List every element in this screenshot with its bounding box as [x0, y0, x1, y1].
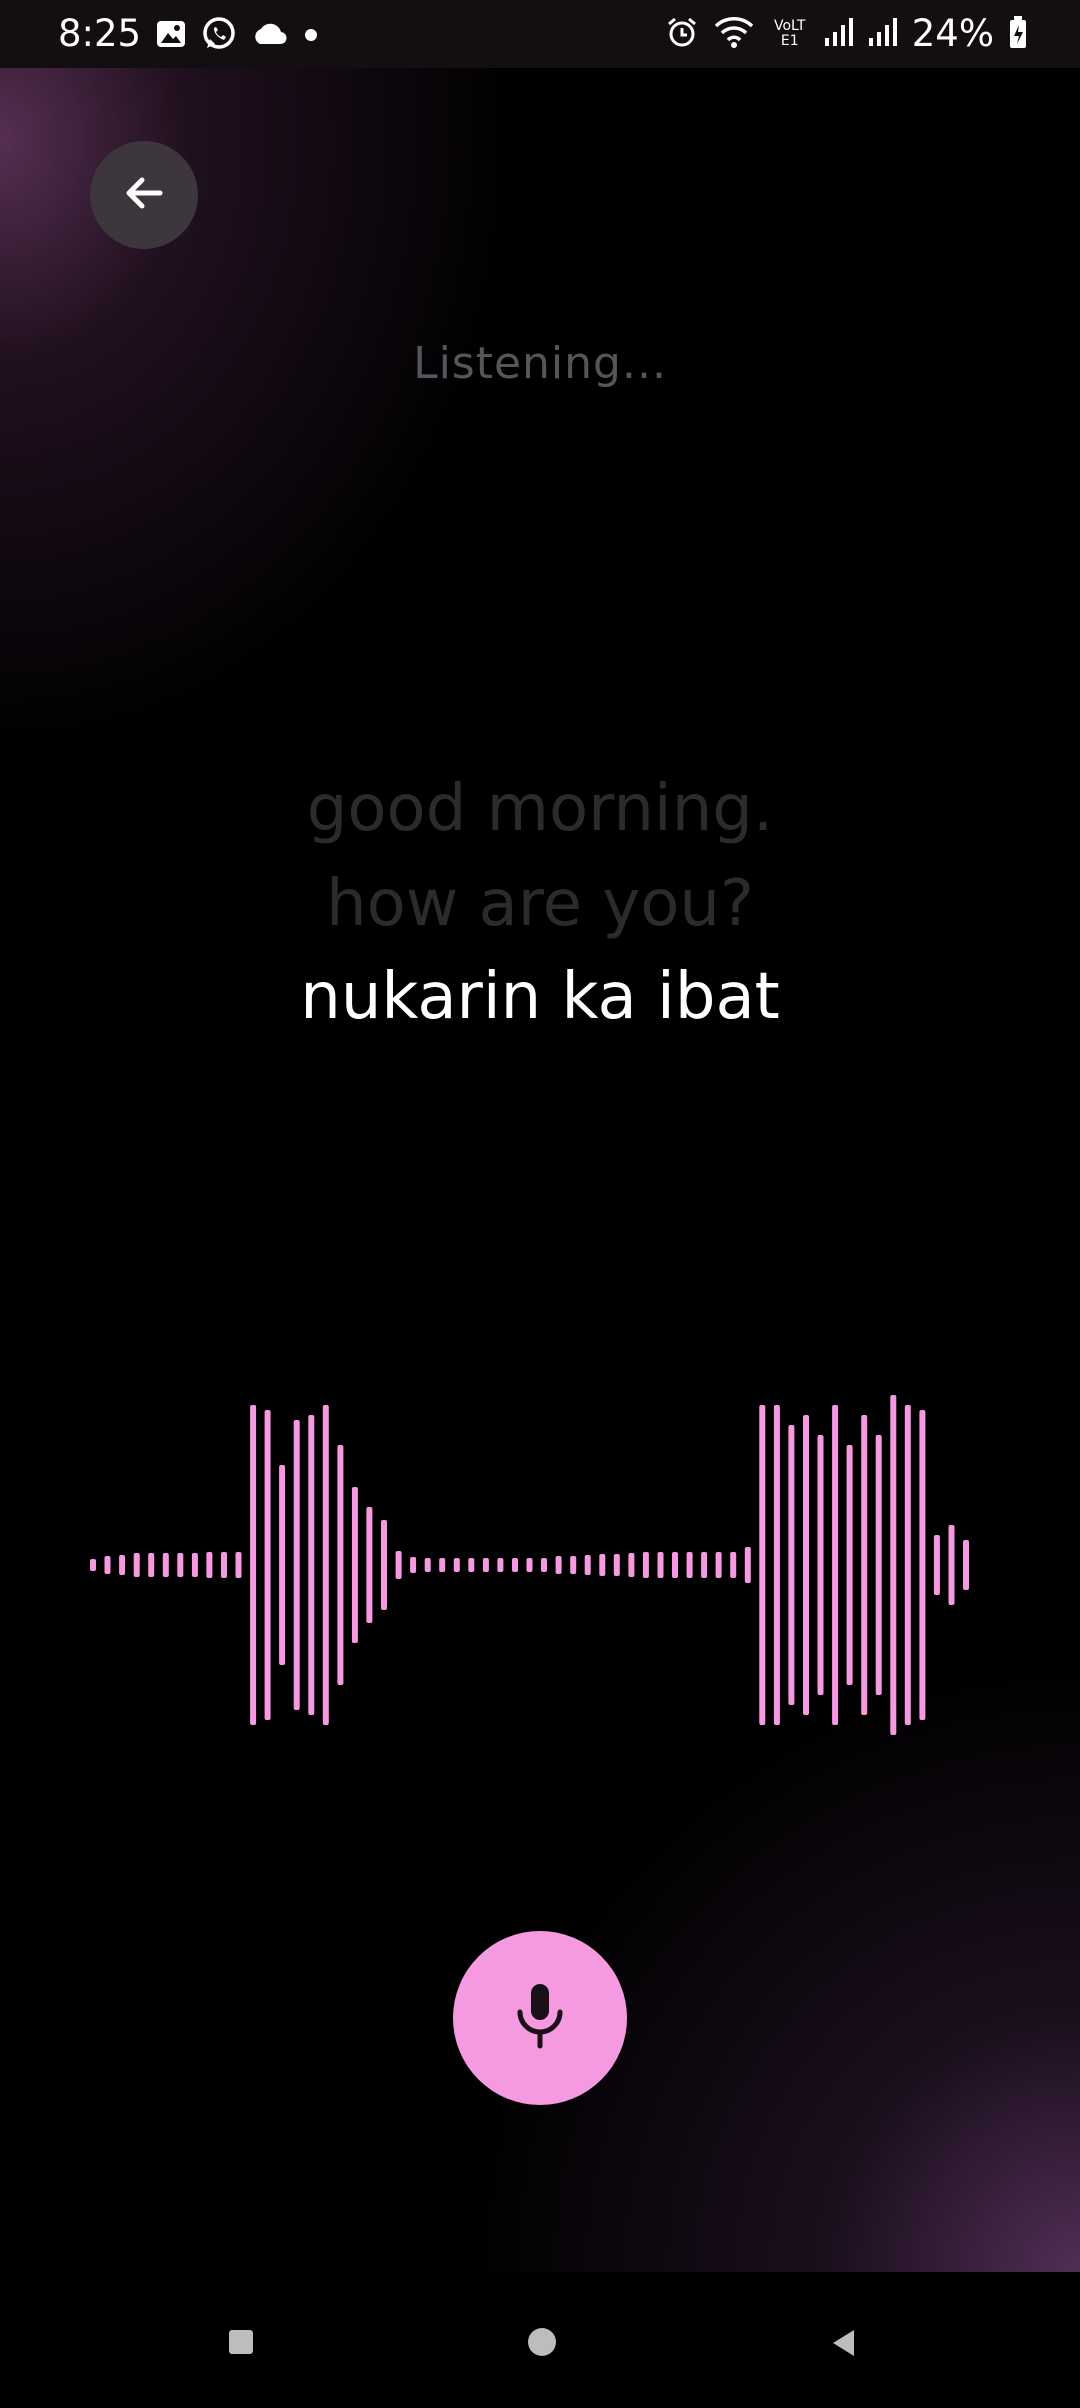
transcript-previous-line-2: how are you? [326, 867, 754, 941]
circle-icon[interactable] [528, 2328, 556, 2356]
waveform-bar [570, 1556, 577, 1574]
volte-label: VoLTE1 [774, 17, 806, 49]
waveform-bar [119, 1555, 126, 1575]
waveform-bar [293, 1420, 300, 1710]
waveform-bar [541, 1558, 547, 1572]
waveform-bar [672, 1552, 678, 1578]
waveform-bar [919, 1410, 926, 1720]
waveform-bar [599, 1554, 606, 1576]
waveform-bar [933, 1535, 940, 1595]
back-button[interactable] [90, 141, 198, 249]
waveform-bar [381, 1520, 387, 1610]
waveform-bar [395, 1551, 402, 1579]
audio-waveform [90, 1395, 969, 1735]
waveform-bar [351, 1487, 358, 1643]
waveform-bar [221, 1552, 227, 1578]
whatsapp-icon [201, 16, 237, 56]
alarm-icon [666, 16, 698, 52]
status-right-icons: VoLTE1 24% [666, 12, 1028, 55]
waveform-bar [264, 1410, 271, 1720]
waveform-bar [817, 1435, 824, 1695]
waveform-bar [497, 1558, 504, 1572]
signal-icon [824, 16, 854, 52]
microphone-icon [510, 1980, 570, 2056]
waveform-bar [206, 1552, 213, 1578]
transcript-current-line: nukarin ka ibat [300, 960, 780, 1034]
waveform-bar [468, 1558, 475, 1572]
arrow-left-icon [120, 169, 168, 221]
waveform-bar [948, 1525, 955, 1605]
waveform-bar [744, 1547, 751, 1583]
waveform-bar [788, 1425, 795, 1705]
waveform-bar [410, 1557, 417, 1573]
waveform-bar [453, 1558, 460, 1572]
waveform-bar [526, 1558, 533, 1572]
battery-percent: 24% [911, 12, 994, 55]
cloud-icon [251, 20, 289, 52]
triangle-back-icon[interactable] [830, 2328, 856, 2362]
waveform-bar [439, 1558, 446, 1572]
waveform-bar [235, 1552, 242, 1578]
waveform-bar [584, 1555, 591, 1575]
waveform-bar [512, 1558, 518, 1572]
waveform-bar [861, 1415, 868, 1715]
waveform-bar [875, 1435, 882, 1695]
waveform-bar [322, 1405, 329, 1725]
dot-icon [303, 26, 319, 46]
waveform-bar [730, 1552, 737, 1578]
waveform-bar [890, 1395, 897, 1735]
waveform-bar [177, 1553, 184, 1577]
waveform-bar [642, 1552, 649, 1578]
waveform-bar [803, 1415, 809, 1715]
waveform-bar [133, 1553, 140, 1577]
waveform-bar [366, 1507, 373, 1623]
waveform-bar [279, 1465, 286, 1665]
listening-status: Listening... [413, 338, 667, 389]
waveform-bar [250, 1405, 257, 1725]
waveform-bar [846, 1445, 853, 1685]
waveform-bar [308, 1415, 315, 1715]
waveform-bar [701, 1552, 708, 1578]
waveform-bar [613, 1554, 620, 1576]
waveform-bar [832, 1405, 839, 1725]
waveform-bar [337, 1445, 344, 1685]
waveform-bar [628, 1553, 635, 1577]
waveform-bar [148, 1553, 155, 1577]
waveform-bar [963, 1540, 969, 1590]
status-time: 8:25 [58, 12, 142, 55]
waveform-bar [90, 1559, 96, 1571]
square-icon[interactable] [229, 2330, 253, 2354]
battery-charging-icon [1008, 15, 1028, 53]
waveform-bar [715, 1552, 722, 1578]
waveform-bar [162, 1553, 169, 1577]
waveform-bar [773, 1405, 780, 1725]
voice-chat-screen: 8:25 VoLTE1 24% Listening... good mornin… [0, 0, 1080, 2272]
gallery-icon [155, 18, 187, 54]
status-bar: 8:25 VoLTE1 24% [0, 0, 1080, 68]
signal-icon-2 [868, 16, 898, 52]
microphone-button[interactable] [453, 1931, 627, 2105]
waveform-bar [657, 1552, 664, 1578]
waveform-bar [191, 1553, 198, 1577]
waveform-bar [104, 1556, 111, 1574]
waveform-bar [759, 1405, 766, 1725]
waveform-bar [424, 1558, 431, 1572]
wifi-icon [712, 14, 756, 54]
waveform-bar [686, 1552, 693, 1578]
waveform-bar [904, 1405, 911, 1725]
waveform-bar [555, 1556, 562, 1574]
waveform-bar [482, 1558, 489, 1572]
transcript-previous-line-1: good morning. [306, 772, 774, 846]
status-left-icons [155, 16, 319, 56]
